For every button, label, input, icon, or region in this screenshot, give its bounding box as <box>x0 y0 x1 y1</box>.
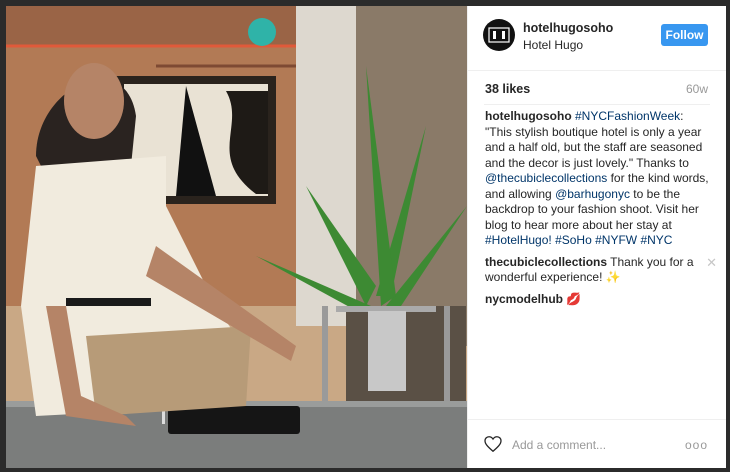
mention-link[interactable]: @thecubiclecollections <box>485 171 607 185</box>
hashtag-link[interactable]: #SoHo <box>555 233 592 247</box>
heart-icon[interactable] <box>484 436 502 457</box>
more-options-button[interactable]: ooo <box>685 438 708 452</box>
mention-link[interactable]: @barhugonyc <box>555 187 630 201</box>
comment-username[interactable]: nycmodelhub <box>485 292 563 306</box>
post-age[interactable]: 60w <box>686 82 708 96</box>
comment-bar: Add a comment... ooo <box>468 419 726 469</box>
post-username[interactable]: hotelhugosoho <box>523 21 613 35</box>
hashtag-link[interactable]: #HotelHugo! <box>485 233 552 247</box>
caption-comment: hotelhugosoho #NYCFashionWeek: "This sty… <box>485 109 711 249</box>
hashtag-link[interactable]: #NYCFashionWeek <box>575 109 680 123</box>
comments-list: hotelhugosoho #NYCFashionWeek: "This sty… <box>485 109 717 313</box>
comment-text: 💋 <box>566 291 582 306</box>
avatar[interactable] <box>483 19 515 51</box>
post-photo[interactable] <box>6 6 467 468</box>
comment-username[interactable]: thecubiclecollections <box>485 255 607 269</box>
post-header: hotelhugosoho Hotel Hugo Follow <box>468 6 726 71</box>
add-comment-input[interactable]: Add a comment... <box>512 438 606 452</box>
photo-illustration <box>6 6 467 468</box>
list-item: nycmodelhub 💋 <box>485 292 711 308</box>
follow-button[interactable]: Follow <box>661 24 708 46</box>
hashtag-link[interactable]: #NYFW <box>595 233 637 247</box>
post-details-panel: hotelhugosoho Hotel Hugo Follow 38 likes… <box>467 6 726 468</box>
divider <box>484 104 710 105</box>
hotel-logo-icon <box>488 27 510 43</box>
post-viewer: hotelhugosoho Hotel Hugo Follow 38 likes… <box>0 0 730 472</box>
hashtag-link[interactable]: #NYC <box>640 233 672 247</box>
likes-label[interactable]: 38 likes <box>485 82 530 96</box>
post-location[interactable]: Hotel Hugo <box>523 38 583 52</box>
list-item: thecubiclecollections Thank you for a wo… <box>485 255 717 286</box>
caption-username[interactable]: hotelhugosoho <box>485 109 572 123</box>
close-icon[interactable]: ✕ <box>706 255 717 271</box>
likes-count[interactable]: 38 likes <box>485 82 530 96</box>
